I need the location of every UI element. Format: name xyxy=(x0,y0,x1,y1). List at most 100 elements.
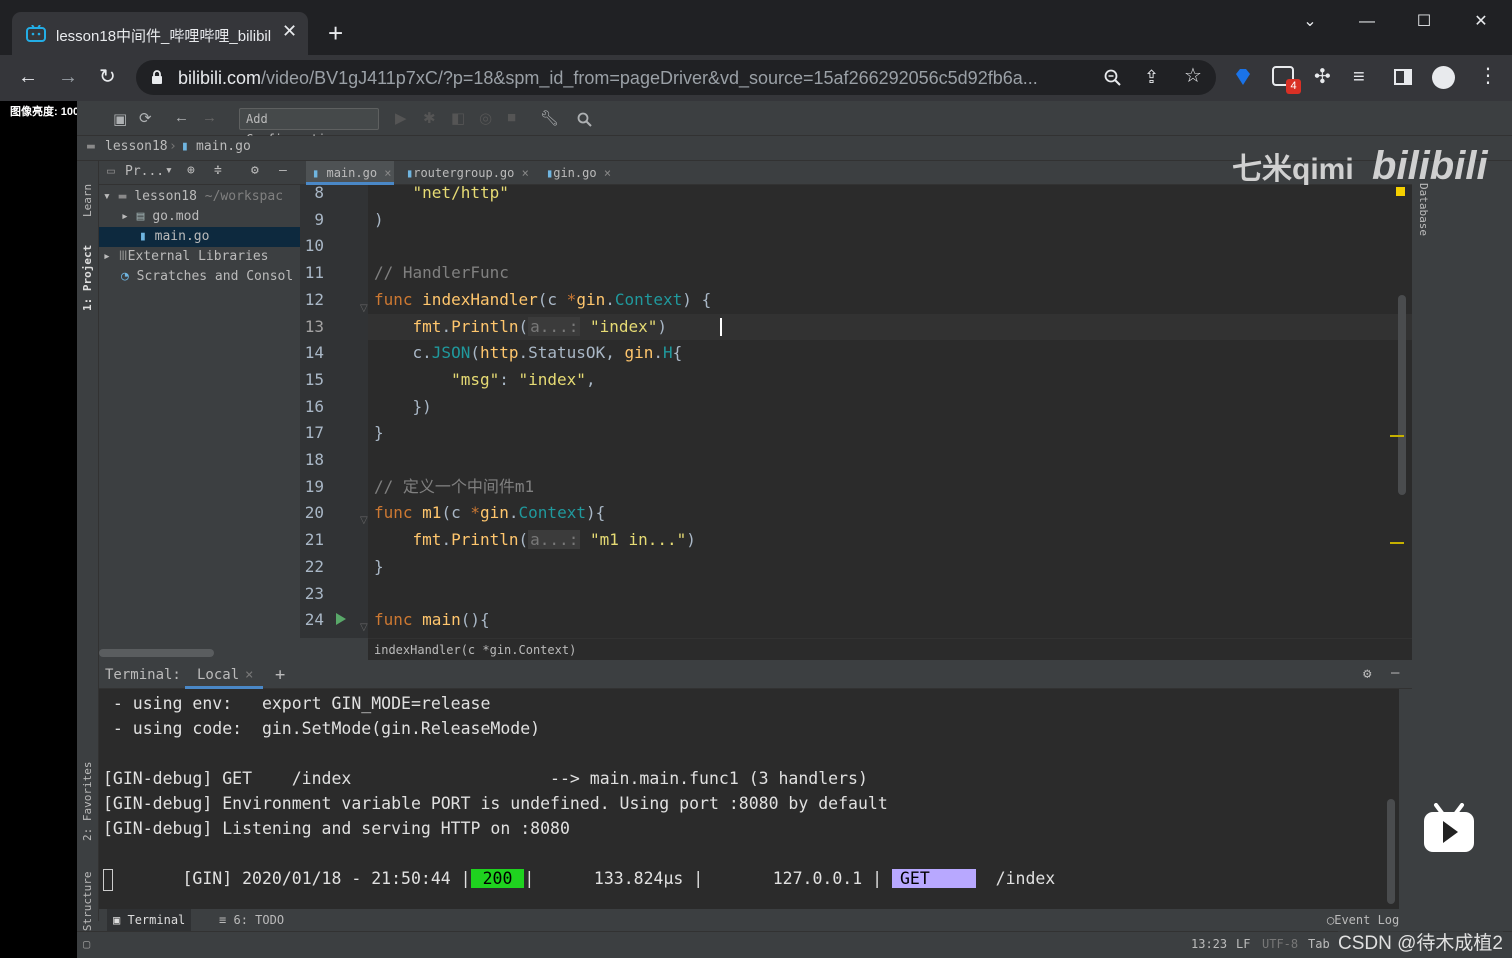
indent-setting[interactable]: Tab xyxy=(1308,937,1330,951)
browser-tab-bar: lesson18中间件_哔哩哔哩_bilibili ✕ + ⌄ — ☐ ✕ xyxy=(0,0,1512,55)
chevron-down-icon[interactable]: ▾ xyxy=(165,163,173,178)
project-tool-tab[interactable]: 1: Project xyxy=(81,245,94,311)
editor-breadcrumb[interactable]: indexHandler(c *gin.Context) xyxy=(368,638,1412,660)
tab-search-chevron-icon[interactable]: ⌄ xyxy=(1287,8,1333,36)
browser-tab[interactable]: lesson18中间件_哔哩哔哩_bilibili ✕ xyxy=(12,12,308,55)
locate-target-icon[interactable]: ⊕ xyxy=(187,163,195,178)
tree-item-main-go[interactable]: ▮ main.go xyxy=(99,227,300,247)
terminal-line: [GIN-debug] GET /index --> main.main.fun… xyxy=(103,769,868,788)
terminal-output[interactable]: - using env: export GIN_MODE=release - u… xyxy=(99,689,1399,909)
project-view-icon: ▭ xyxy=(107,164,115,179)
terminal-tool-tab[interactable]: ▣ Terminal xyxy=(107,909,192,931)
editor-tab-routergroup-go[interactable]: ▮routergroup.go × xyxy=(400,161,530,185)
project-view-selector[interactable]: Pr... xyxy=(125,164,164,179)
share-icon[interactable]: ⇪ xyxy=(1144,67,1159,87)
panel-toggle-icon[interactable]: ▢ xyxy=(83,937,90,951)
debug-icon[interactable]: ✱ xyxy=(423,109,436,127)
terminal-line: - using env: export GIN_MODE=release xyxy=(103,694,491,713)
file-encoding[interactable]: UTF-8 xyxy=(1262,937,1298,951)
fold-icon[interactable]: ▽ xyxy=(360,303,368,314)
close-icon[interactable]: × xyxy=(384,166,391,180)
reading-list-icon[interactable]: ≡ xyxy=(1353,67,1365,87)
address-bar[interactable]: bilibili.com/video/BV1gJ411p7xC/?p=18&sp… xyxy=(136,60,1216,95)
zoom-icon[interactable] xyxy=(1104,69,1122,87)
close-icon[interactable]: × xyxy=(604,166,611,180)
horizontal-scrollbar[interactable] xyxy=(99,649,214,657)
new-terminal-icon[interactable]: + xyxy=(275,665,285,685)
terminal-line: - using code: gin.SetMode(gin.ReleaseMod… xyxy=(103,719,541,738)
code-editor[interactable]: "net/http" ) // HandlerFunc func indexHa… xyxy=(368,185,1412,638)
maximize-icon[interactable]: ☐ xyxy=(1401,8,1447,36)
hide-panel-icon[interactable]: — xyxy=(279,163,287,178)
left-tool-strip: Learn 1: Project 2: Favorites Z: Structu… xyxy=(77,161,99,951)
line-number: 9 xyxy=(314,209,324,229)
vertical-scrollbar[interactable] xyxy=(1398,295,1406,495)
folder-icon: ▬ xyxy=(118,189,127,204)
code-line: func m1(c *gin.Context){ xyxy=(374,503,606,523)
forward-icon[interactable]: → xyxy=(58,67,78,87)
breadcrumb-file[interactable]: main.go xyxy=(196,139,251,154)
run-icon[interactable]: ▶ xyxy=(395,109,407,127)
breadcrumb-project[interactable]: lesson18 xyxy=(105,139,168,154)
bookmark-star-icon[interactable]: ☆ xyxy=(1184,66,1202,86)
nav-back-icon[interactable]: ← xyxy=(174,109,189,126)
line-number: 22 xyxy=(304,556,324,576)
coverage-icon[interactable]: ◧ xyxy=(451,109,465,127)
favorites-tool-tab[interactable]: 2: Favorites xyxy=(81,762,94,841)
back-icon[interactable]: ← xyxy=(18,67,38,87)
close-icon[interactable]: × xyxy=(245,667,253,683)
new-tab-icon[interactable]: + xyxy=(328,20,343,46)
gear-icon[interactable]: ⚙ xyxy=(1363,666,1371,682)
fold-icon[interactable]: ▽ xyxy=(360,515,368,526)
learn-tool-tab[interactable]: Learn xyxy=(81,184,94,217)
line-number: 20 xyxy=(304,503,324,523)
side-panel-icon[interactable] xyxy=(1394,69,1412,85)
hide-terminal-icon[interactable]: — xyxy=(1391,665,1399,681)
tab-label: gin.go xyxy=(553,166,597,180)
terminal-tab-local[interactable]: Local × xyxy=(185,664,263,689)
settings-wrench-icon[interactable]: 🔧︎ xyxy=(540,109,559,127)
lock-icon[interactable] xyxy=(151,70,163,85)
reload-icon[interactable]: ↻ xyxy=(99,67,116,87)
close-icon[interactable]: × xyxy=(522,166,529,180)
gear-icon[interactable]: ⚙ xyxy=(251,163,259,178)
code-line: c.JSON(http.StatusOK, gin.H{ xyxy=(374,343,683,363)
terminal-scrollbar[interactable] xyxy=(1387,799,1395,904)
sync-icon[interactable]: ⟳ xyxy=(139,109,152,127)
play-button-icon[interactable] xyxy=(1422,803,1476,853)
ide-toolbar: ▣ ⟳ ← → Add Configuration... ▶ ✱ ◧ ◎ ■ 🔧… xyxy=(77,101,1512,146)
tree-item-scratches[interactable]: ◔ Scratches and Consol xyxy=(99,267,300,287)
todo-tool-tab[interactable]: ≡ 6: TODO xyxy=(219,909,284,931)
run-gutter-icon[interactable] xyxy=(336,613,346,625)
error-stripe-mark[interactable] xyxy=(1390,435,1404,437)
collapsed-arrow-icon: ▸ xyxy=(121,209,137,224)
tree-item-lesson18[interactable]: ▾ ▬ lesson18 ~/workspac xyxy=(99,187,300,207)
url-text[interactable]: bilibili.com/video/BV1gJ411p7xC/?p=18&sp… xyxy=(178,68,1098,89)
tab-label: main.go xyxy=(326,166,378,180)
fold-icon[interactable]: ▽ xyxy=(360,622,368,633)
menu-kebab-icon[interactable]: ⋮ xyxy=(1478,66,1498,86)
tab-close-icon[interactable]: ✕ xyxy=(282,21,297,42)
collapse-all-icon[interactable]: ≑ xyxy=(214,163,222,178)
profile-run-icon[interactable]: ◎ xyxy=(479,109,492,127)
tree-item-external-libraries[interactable]: ▸ ⅢExternal Libraries xyxy=(99,247,300,267)
close-window-icon[interactable]: ✕ xyxy=(1458,8,1504,36)
search-everywhere-icon[interactable] xyxy=(577,112,592,127)
extensions-puzzle-icon[interactable]: ✣ xyxy=(1314,67,1331,87)
caret-position[interactable]: 13:23 xyxy=(1191,937,1227,951)
profile-avatar-icon[interactable] xyxy=(1432,66,1455,89)
nav-forward-icon[interactable]: → xyxy=(202,109,217,126)
tree-item-label: main.go xyxy=(154,229,210,244)
editor-tab-gin-go[interactable]: ▮gin.go × xyxy=(540,161,620,185)
database-tool-tab[interactable]: Database xyxy=(1417,183,1430,236)
line-separator[interactable]: LF xyxy=(1236,937,1250,951)
line-number: 19 xyxy=(304,476,324,496)
error-stripe-mark[interactable] xyxy=(1390,542,1404,544)
add-configuration-button[interactable]: Add Configuration... xyxy=(239,108,379,146)
minimize-icon[interactable]: — xyxy=(1344,8,1390,36)
tree-item-go-mod[interactable]: ▸ ▤ go.mod xyxy=(99,207,300,227)
extension-diamond-icon[interactable] xyxy=(1233,67,1253,87)
save-icon[interactable]: ▣ xyxy=(113,110,127,128)
stop-icon[interactable]: ■ xyxy=(507,109,516,126)
line-number: 16 xyxy=(304,396,324,416)
